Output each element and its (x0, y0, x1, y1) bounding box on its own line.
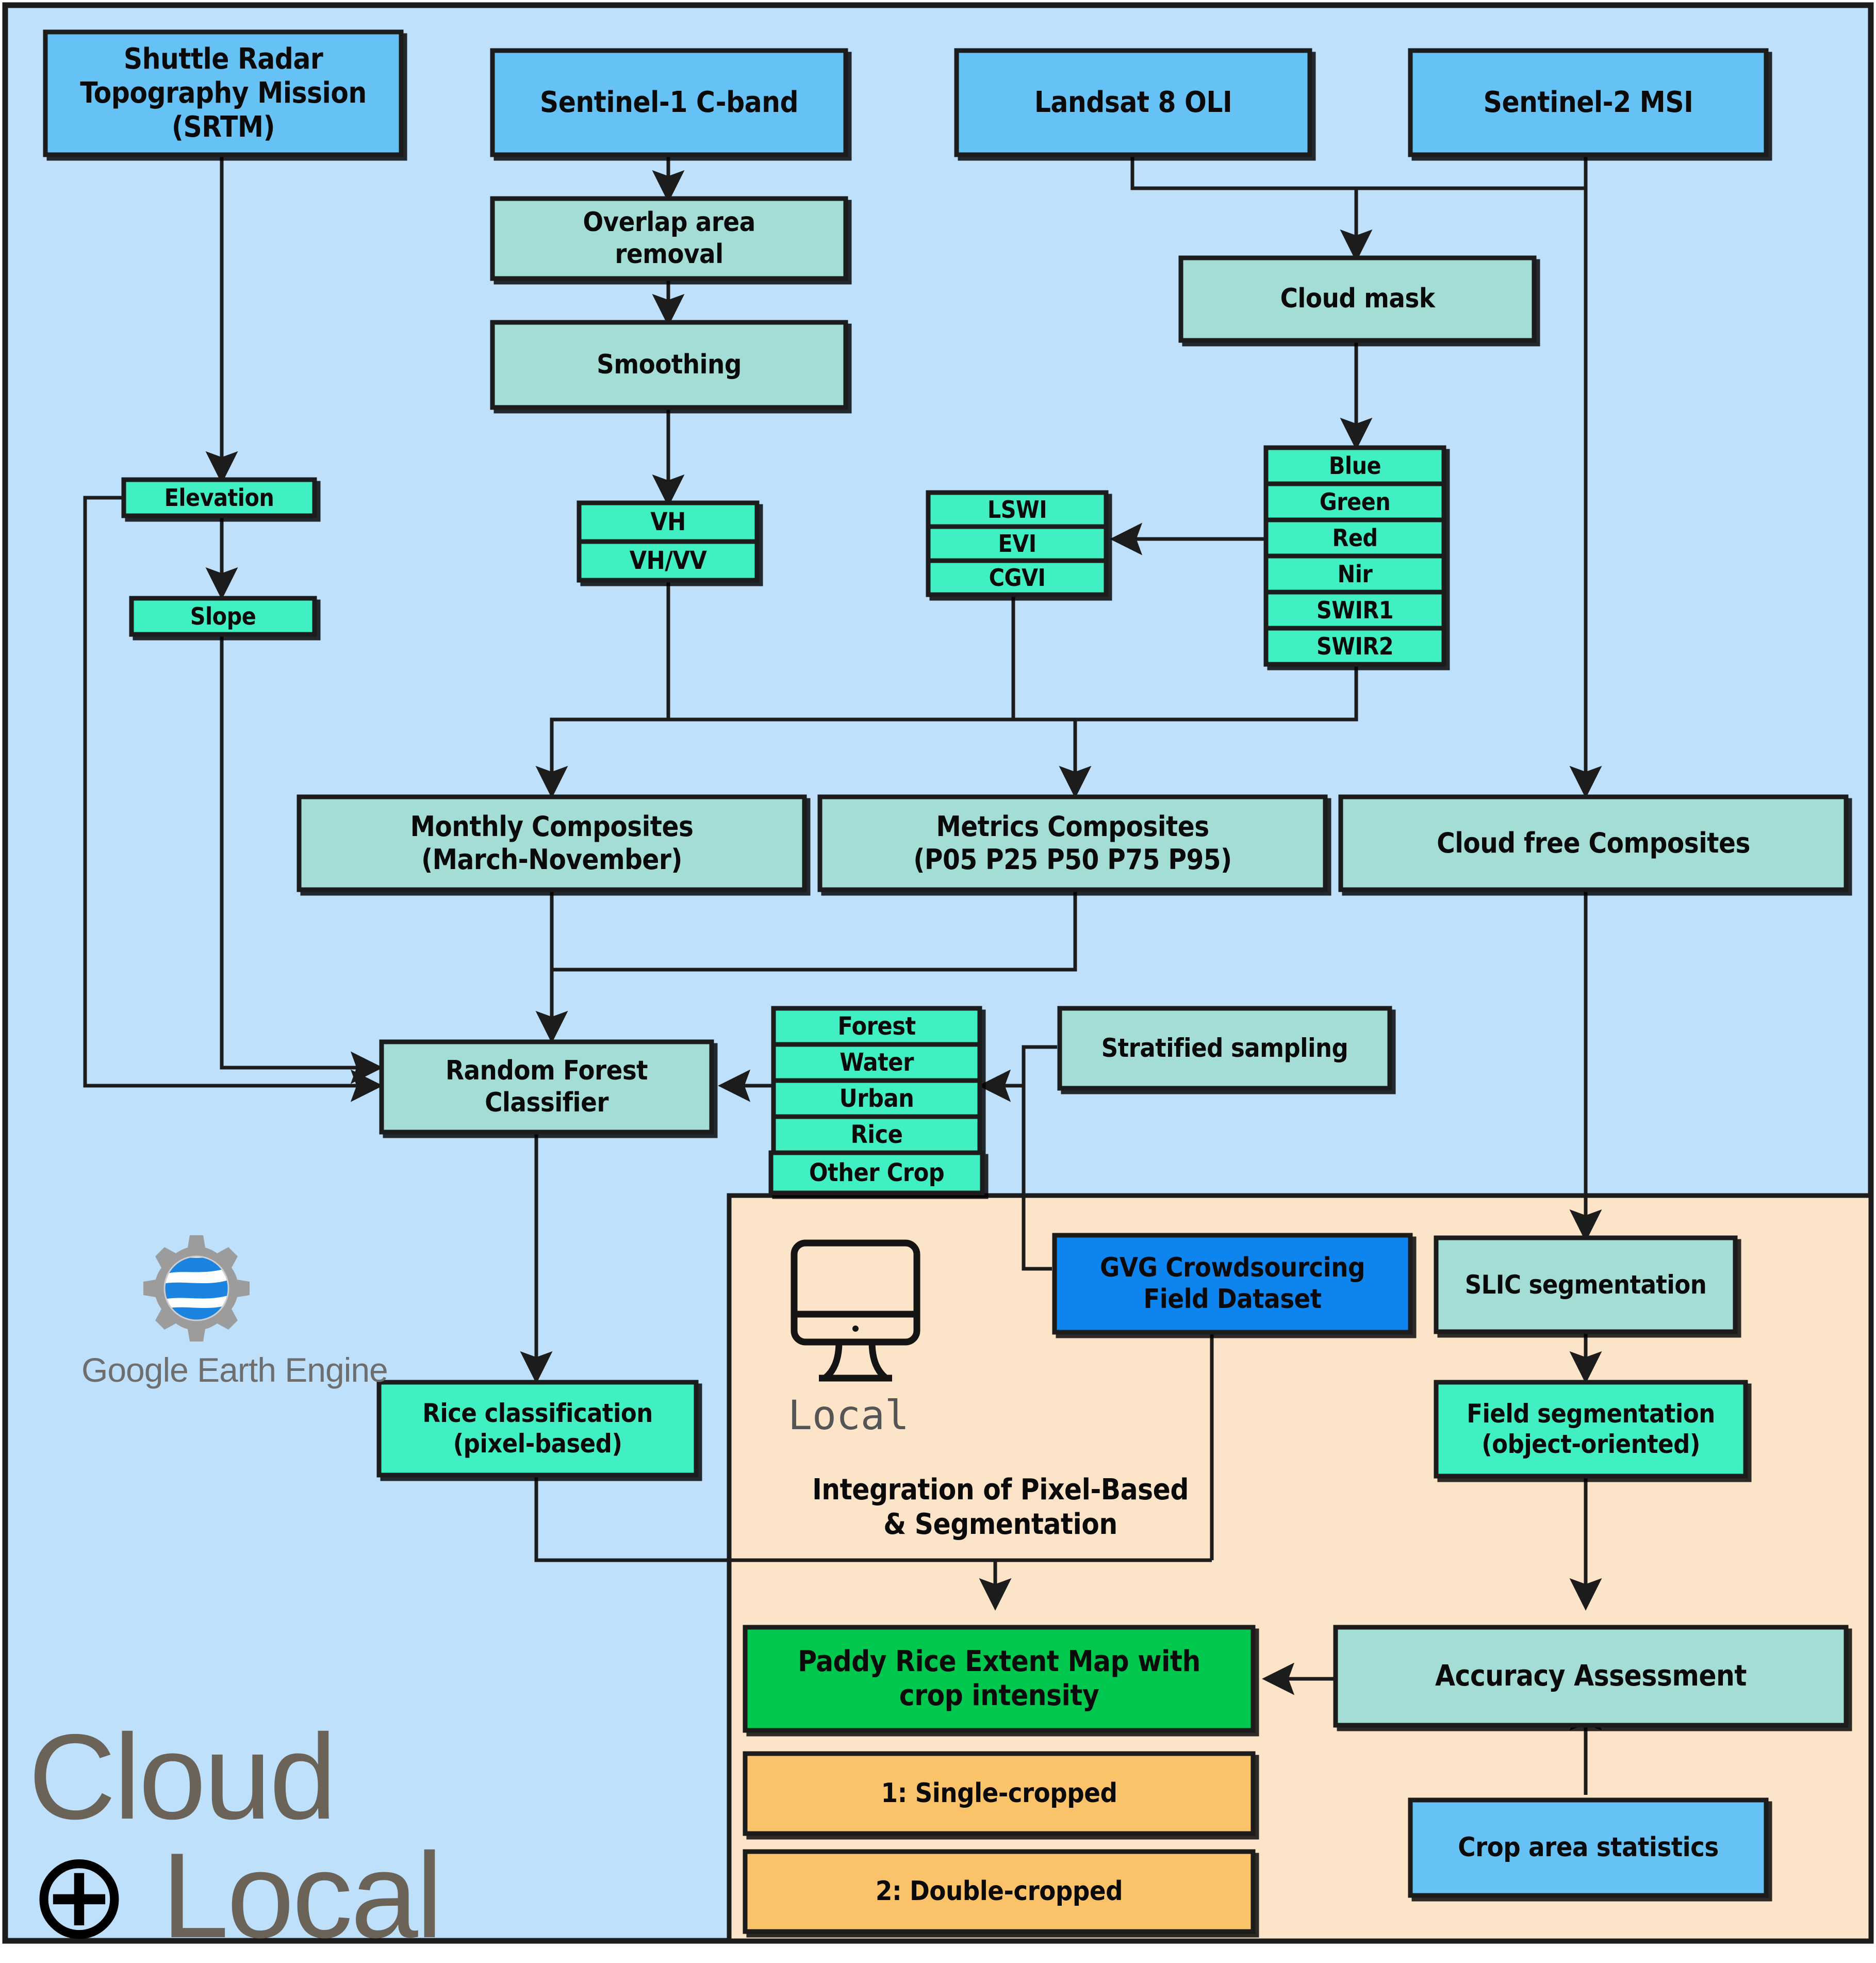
local-word: Local (161, 1827, 443, 1963)
plus-circle-icon: ⊕ (28, 1827, 130, 1963)
box-cloud-free-composites (1338, 794, 1849, 892)
box-band-nir (1263, 553, 1446, 595)
box-field-segmentation (1434, 1380, 1748, 1479)
box-class-forest (771, 1006, 982, 1047)
label-integration-note: Integration of Pixel-Based & Segmentatio… (812, 1473, 1189, 1542)
box-cloud-mask (1178, 255, 1537, 343)
box-class-water (771, 1042, 982, 1083)
box-elevation (121, 477, 317, 518)
box-class-other-crop (768, 1150, 985, 1196)
box-overlap-removal (490, 196, 848, 281)
box-band-swir2 (1263, 626, 1446, 667)
diagram-canvas (2, 2, 1874, 1944)
box-paddy-rice-map (743, 1625, 1256, 1733)
box-accuracy-assessment (1333, 1625, 1849, 1728)
box-stratified-sampling (1057, 1006, 1392, 1091)
cloud-word: Cloud (28, 1709, 337, 1844)
box-band-red (1263, 517, 1446, 559)
box-class-rice (771, 1114, 982, 1155)
cloud-local-wordmark: Cloud ⊕ Local (28, 1716, 443, 1956)
box-srtm (43, 29, 404, 157)
box-gvg-dataset (1052, 1233, 1413, 1335)
box-random-forest (379, 1039, 714, 1135)
box-legend-double (743, 1849, 1256, 1934)
box-class-urban (771, 1078, 982, 1119)
box-rice-classification (376, 1380, 699, 1478)
box-cgvi (926, 558, 1109, 597)
box-band-green (1263, 481, 1446, 522)
box-sentinel2 (1408, 48, 1769, 157)
box-slope (129, 596, 317, 637)
local-label: Local (788, 1393, 909, 1439)
box-evi (926, 524, 1109, 563)
google-earth-engine-label: Google Earth Engine (81, 1351, 388, 1389)
box-sentinel1 (490, 48, 848, 157)
box-crop-area-statistics (1408, 1797, 1769, 1898)
workflow-diagram: Shuttle Radar Topography Mission (SRTM) … (0, 0, 1876, 1956)
box-vh (577, 500, 760, 544)
box-lswi (926, 490, 1109, 529)
box-landsat8 (954, 48, 1312, 157)
box-legend-single (743, 1751, 1256, 1836)
box-smoothing (490, 320, 848, 410)
box-slic-segmentation (1434, 1235, 1738, 1334)
box-metrics-composites (817, 794, 1328, 892)
box-monthly-composites (297, 794, 807, 892)
box-vh-vv (577, 539, 760, 583)
box-band-swir1 (1263, 590, 1446, 631)
box-band-blue (1263, 445, 1446, 486)
